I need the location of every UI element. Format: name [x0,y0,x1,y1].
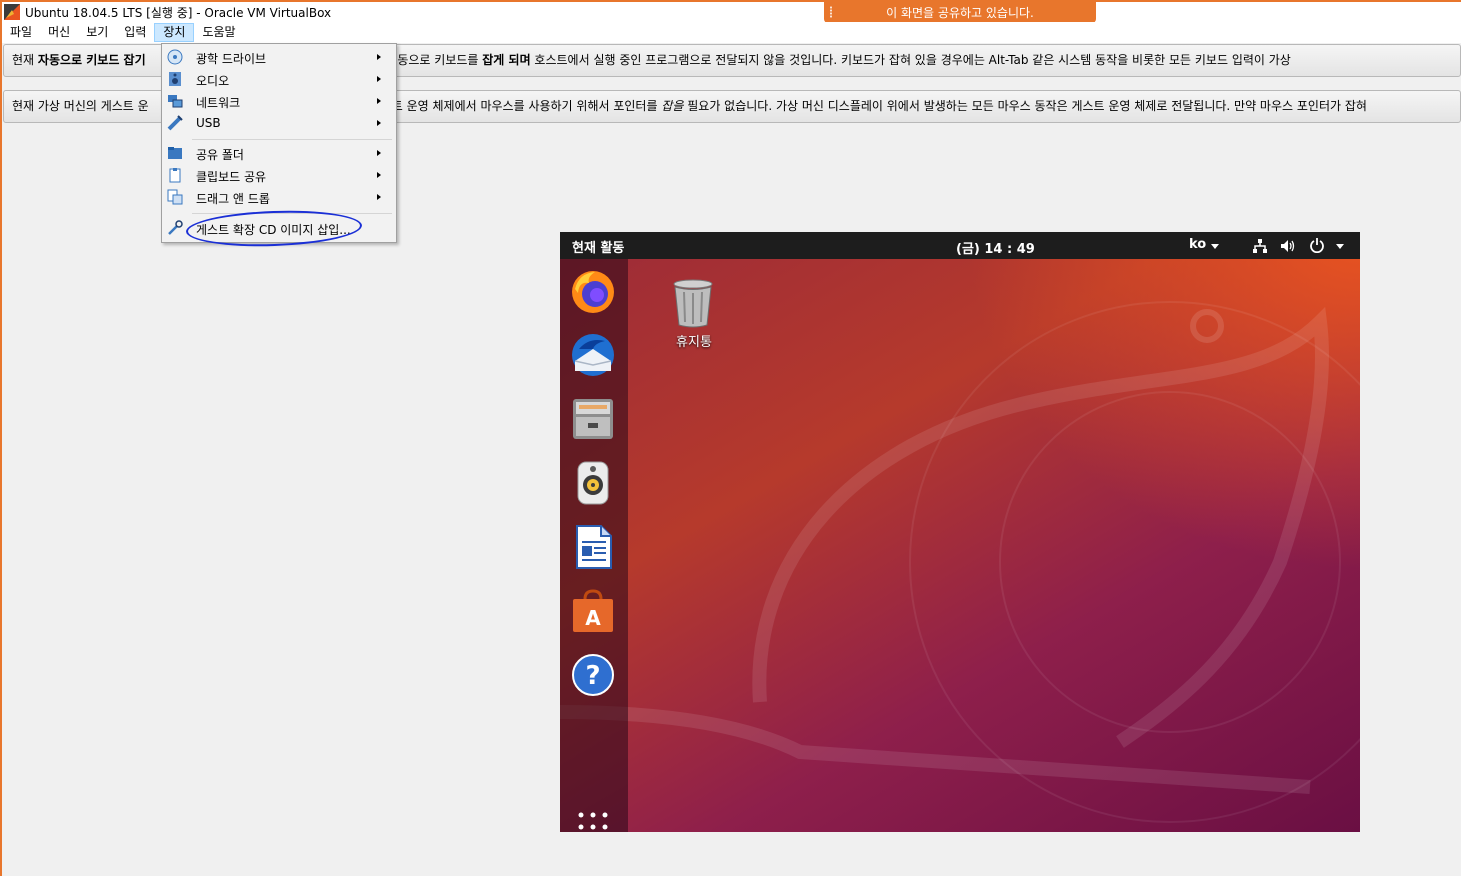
activities-button[interactable]: 현재 활동 [572,237,624,256]
thunderbird-icon[interactable] [569,331,617,379]
rhythmbox-icon[interactable] [569,459,617,507]
network-icon[interactable] [1252,238,1268,254]
top-panel: 현재 활동 (금) 14 : 49 ko [560,232,1360,259]
menu-item-clipboard[interactable]: 클립보드 공유 [164,164,394,186]
submenu-arrow-icon [377,172,381,178]
dock: A ? [560,259,628,832]
menu-input[interactable]: 입력 [116,23,154,42]
trash-label[interactable]: 휴지통 [664,331,724,350]
volume-icon[interactable] [1280,238,1296,254]
shared-folder-icon [168,147,182,159]
notice-text: 현재 가상 머신의 게스트 운 [12,99,149,113]
notice-text: 필요가 없습니다. 가상 머신 디스플레이 위에서 발생하는 모든 마우스 동작… [683,99,1367,113]
menu-item-usb[interactable]: USB [164,112,394,134]
notice-text: 현재 [12,53,38,67]
menu-bar: 파일 머신 보기 입력 장치 도움말 [2,22,1461,43]
libreoffice-writer-icon[interactable] [569,523,617,571]
software-center-icon[interactable]: A [569,587,617,635]
guest-display[interactable]: 현재 활동 (금) 14 : 49 ko A ? 휴지통 [560,232,1360,832]
chevron-down-icon[interactable] [1336,244,1344,249]
drag-drop-icon [167,189,183,205]
menu-item-shared-folders[interactable]: 공유 폴더 [164,142,394,164]
screen-share-notice[interactable]: 이 화면을 공유하고 있습니다. [824,1,1096,23]
network-icon [168,95,183,108]
submenu-arrow-icon [377,120,381,126]
svg-text:A: A [585,606,601,630]
submenu-arrow-icon [377,76,381,82]
menu-machine[interactable]: 머신 [40,23,78,42]
menu-item-drag-drop[interactable]: 드래그 앤 드롭 [164,186,394,208]
menu-separator [192,139,392,140]
help-icon[interactable]: ? [569,651,617,699]
show-applications-icon[interactable] [577,811,609,832]
submenu-arrow-icon [377,194,381,200]
audio-icon [169,72,181,86]
notice-emphasis: 자동으로 키보드 잡기 [37,53,146,67]
menu-view[interactable]: 보기 [78,23,116,42]
menu-item-network[interactable]: 네트워크 [164,90,394,112]
menu-item-label: 오디오 [196,74,230,88]
menu-item-label: USB [196,116,221,130]
clock[interactable]: (금) 14 : 49 [956,238,1035,257]
clipboard-icon [169,168,181,183]
chevron-down-icon [1211,244,1219,249]
menu-item-audio[interactable]: 오디오 [164,68,394,90]
notice-text: 스트 운영 체제에서 마우스를 사용하기 위해서 포인터를 [380,99,662,113]
usb-icon [167,115,183,131]
trash-icon[interactable] [670,278,716,328]
menu-item-optical-drive[interactable]: 광학 드라이브 [164,46,394,68]
submenu-arrow-icon [377,150,381,156]
title-bar[interactable]: Ubuntu 18.04.5 LTS [실행 중] - Oracle VM Vi… [2,2,1461,22]
submenu-arrow-icon [377,54,381,60]
screen-share-text: 이 화면을 공유하고 있습니다. [886,5,1034,20]
power-icon[interactable] [1309,237,1325,253]
drag-grip-icon[interactable] [829,6,833,18]
window-title: Ubuntu 18.04.5 LTS [실행 중] - Oracle VM Vi… [25,5,332,20]
menu-item-label: 드래그 앤 드롭 [196,192,270,206]
notice-emphasis: 잡게 되며 [482,53,531,67]
menu-file[interactable]: 파일 [2,23,40,42]
svg-text:?: ? [585,661,600,691]
menu-item-label: 네트워크 [196,96,241,110]
menu-help[interactable]: 도움말 [194,23,243,42]
virtualbox-icon [4,4,20,20]
menu-item-label: 광학 드라이브 [196,52,267,66]
optical-drive-icon [167,49,183,65]
files-icon[interactable] [569,395,617,443]
notice-text: 호스트에서 실행 중인 프로그램으로 전달되지 않을 것입니다. 키보드가 잡혀… [530,53,1291,67]
guest-additions-icon [168,220,183,235]
language-indicator[interactable]: ko [1189,237,1206,252]
submenu-arrow-icon [377,98,381,104]
firefox-icon[interactable] [569,267,617,315]
menu-devices[interactable]: 장치 [154,23,195,42]
menu-item-label: 공유 폴더 [196,148,244,162]
window-frame-left [0,0,2,876]
notice-emphasis: 잡을 [661,99,684,113]
menu-item-label: 클립보드 공유 [196,170,267,184]
